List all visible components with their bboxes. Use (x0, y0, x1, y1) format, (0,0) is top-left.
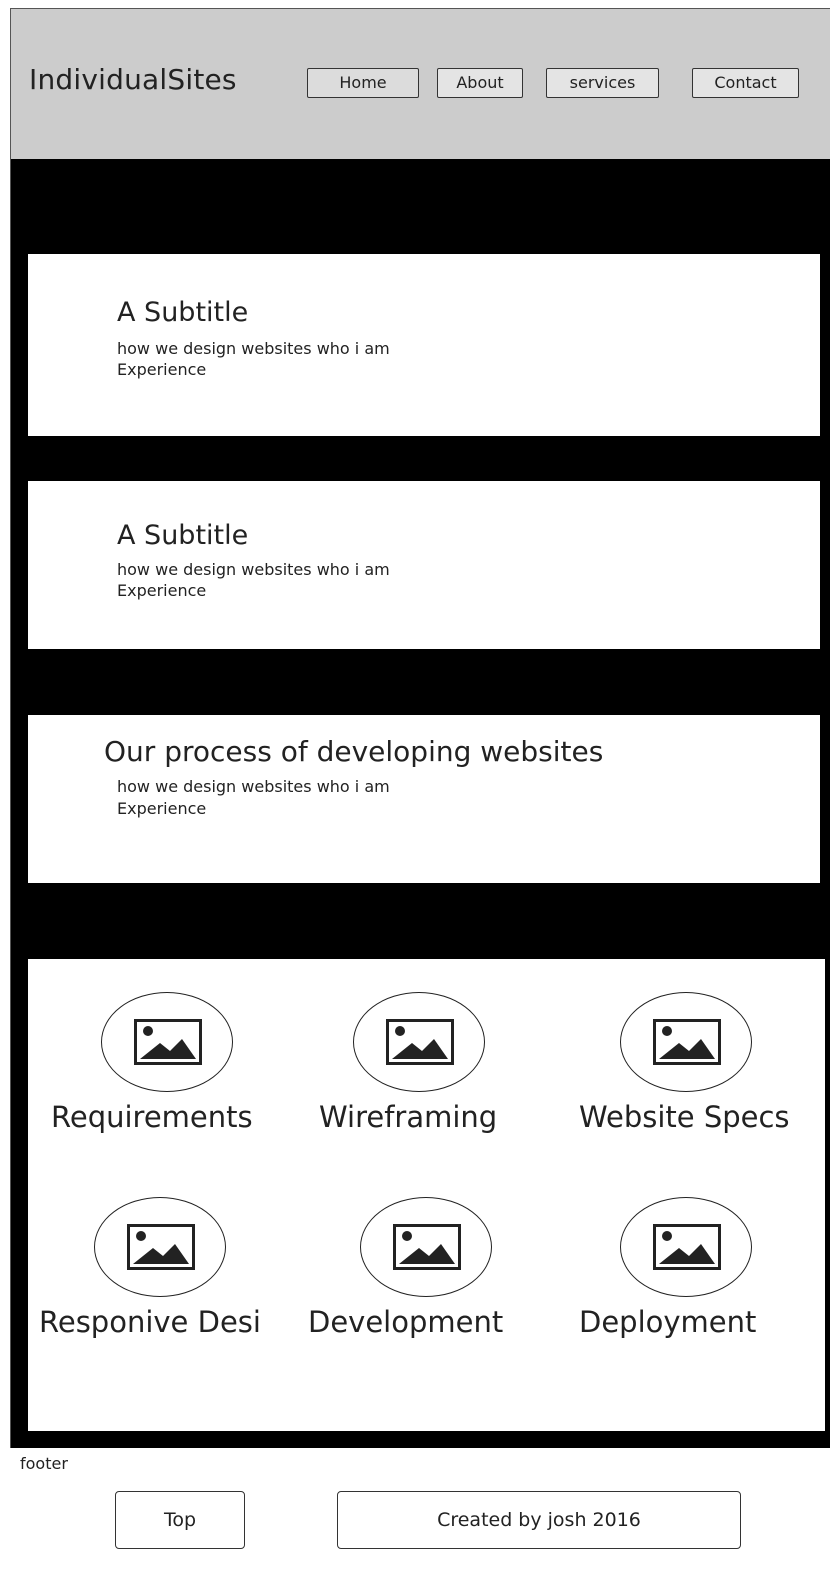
image-placeholder (620, 992, 752, 1092)
image-placeholder (620, 1197, 752, 1297)
panel-title: Our process of developing websites (104, 735, 604, 768)
site-brand[interactable]: IndividualSites (29, 63, 237, 96)
panel-description: how we design websites who i am (117, 777, 390, 796)
panel-experience: Experience (117, 581, 207, 600)
panel-experience: Experience (117, 360, 207, 379)
panel-title: A Subtitle (117, 297, 249, 328)
footer-label: footer (20, 1454, 68, 1473)
step-requirements[interactable]: Requirements (51, 992, 321, 1152)
panel-description: how we design websites who i am (117, 560, 390, 579)
step-label: Requirements (51, 1100, 253, 1134)
image-icon (393, 1224, 461, 1270)
image-icon (386, 1019, 454, 1065)
step-label: Deployment (579, 1305, 757, 1339)
image-icon (653, 1019, 721, 1065)
subtitle-panel-1: A Subtitle how we design websites who i … (28, 254, 820, 436)
image-placeholder (101, 992, 233, 1092)
image-placeholder (360, 1197, 492, 1297)
step-website-specs[interactable]: Website Specs (567, 992, 830, 1152)
subtitle-panel-2: A Subtitle how we design websites who i … (28, 481, 820, 649)
image-icon (134, 1019, 202, 1065)
step-label: Wireframing (319, 1100, 498, 1134)
step-development[interactable]: Development (308, 1197, 578, 1357)
panel-experience: Experience (117, 799, 207, 818)
process-steps-panel: Requirements Wireframing Website Specs R… (28, 959, 825, 1431)
step-wireframing[interactable]: Wireframing (315, 992, 585, 1152)
nav-contact-button[interactable]: Contact (692, 68, 799, 98)
step-deployment[interactable]: Deployment (567, 1197, 830, 1357)
nav-services-button[interactable]: services (546, 68, 659, 98)
process-intro-panel: Our process of developing websites how w… (28, 715, 820, 883)
step-label: Website Specs (579, 1100, 790, 1134)
panel-title: A Subtitle (117, 520, 249, 551)
step-label: Responive Desi (39, 1305, 261, 1339)
top-button[interactable]: Top (115, 1491, 245, 1549)
nav-about-button[interactable]: About (437, 68, 523, 98)
image-placeholder (94, 1197, 226, 1297)
panel-description: how we design websites who i am (117, 339, 390, 358)
step-responsive-design[interactable]: Responive Desi (39, 1197, 309, 1357)
step-label: Development (308, 1305, 504, 1339)
site-footer: footer Top Created by josh 2016 (0, 1448, 830, 1593)
image-icon (127, 1224, 195, 1270)
nav-home-button[interactable]: Home (307, 68, 419, 98)
credit-box: Created by josh 2016 (337, 1491, 741, 1549)
image-placeholder (353, 992, 485, 1092)
site-header: IndividualSites Home About services Cont… (11, 9, 830, 159)
image-icon (653, 1224, 721, 1270)
page-frame: IndividualSites Home About services Cont… (10, 8, 830, 1593)
